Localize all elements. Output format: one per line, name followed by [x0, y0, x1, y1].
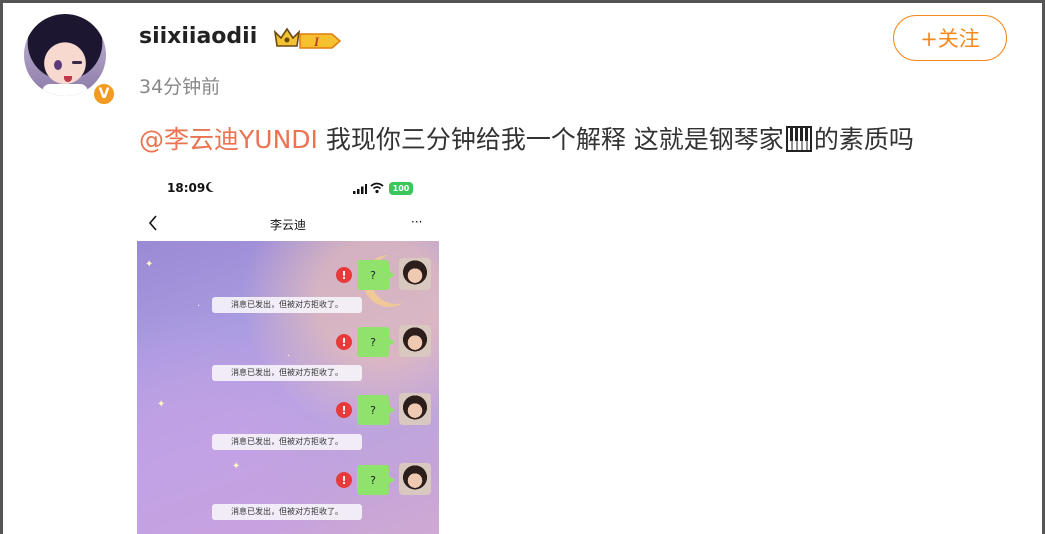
message-bubble[interactable]: ?: [357, 327, 395, 357]
message-bubble[interactable]: ?: [357, 260, 395, 290]
rejected-notice: 消息已发出，但被对方拒收了。: [212, 297, 362, 313]
error-icon[interactable]: !: [336, 472, 352, 488]
status-time: 18:09: [167, 181, 206, 195]
avatar-mouth: [64, 76, 72, 82]
moon-icon: [206, 181, 214, 192]
sender-avatar[interactable]: [399, 393, 431, 425]
rejected-notice: 消息已发出，但被对方拒收了。: [212, 365, 362, 381]
chat-nav-bar: 李云迪 ···: [137, 205, 439, 243]
more-icon[interactable]: ···: [411, 215, 427, 231]
post-text-body: 我现你三分钟给我一个解释 这就是钢琴家: [317, 125, 784, 154]
message-bubble[interactable]: ?: [357, 465, 395, 495]
follow-button[interactable]: +关注: [893, 15, 1007, 61]
chat-message: ! ?: [137, 462, 439, 498]
signal-icon: [353, 184, 367, 194]
sender-avatar[interactable]: [399, 258, 431, 290]
battery-indicator: 100: [389, 182, 413, 195]
sender-avatar[interactable]: [399, 325, 431, 357]
avatar[interactable]: [24, 14, 106, 96]
chat-message: ! ?: [137, 257, 439, 293]
rejected-notice: 消息已发出，但被对方拒收了。: [212, 504, 362, 520]
error-icon[interactable]: !: [336, 267, 352, 283]
rejected-notice: 消息已发出，但被对方拒收了。: [212, 434, 362, 450]
error-icon[interactable]: !: [336, 334, 352, 350]
crown-icon: [273, 27, 301, 47]
post-text-tail: 的素质吗: [813, 125, 914, 154]
post-time[interactable]: 34分钟前: [139, 72, 220, 99]
level-text: I: [313, 34, 320, 49]
verified-badge: V: [92, 82, 116, 106]
sender-avatar[interactable]: [399, 463, 431, 495]
avatar-eye-wink: [72, 61, 82, 64]
avatar-eye: [54, 60, 62, 70]
chat-message: ! ?: [137, 324, 439, 360]
chat-message: ! ?: [137, 392, 439, 428]
mention-link[interactable]: @李云迪YUNDI: [139, 125, 318, 154]
wifi-icon: [370, 182, 384, 194]
attached-screenshot[interactable]: 18:09 100 李云迪 ··· ✦ ✦ ✦ · · ! ? 消息已发出，但被…: [137, 173, 439, 534]
post-text: @李云迪YUNDI 我现你三分钟给我一个解释 这就是钢琴家 的素质吗: [139, 120, 914, 156]
status-bar: 18:09 100: [137, 173, 439, 205]
error-icon[interactable]: !: [336, 402, 352, 418]
chat-title: 李云迪: [269, 218, 306, 232]
sparkle-icon: ·: [197, 301, 201, 312]
piano-icon: [785, 126, 812, 152]
avatar-collar: [42, 84, 88, 96]
username[interactable]: siixiiaodii: [139, 24, 257, 49]
level-badge: I: [299, 33, 342, 49]
message-bubble[interactable]: ?: [357, 395, 395, 425]
